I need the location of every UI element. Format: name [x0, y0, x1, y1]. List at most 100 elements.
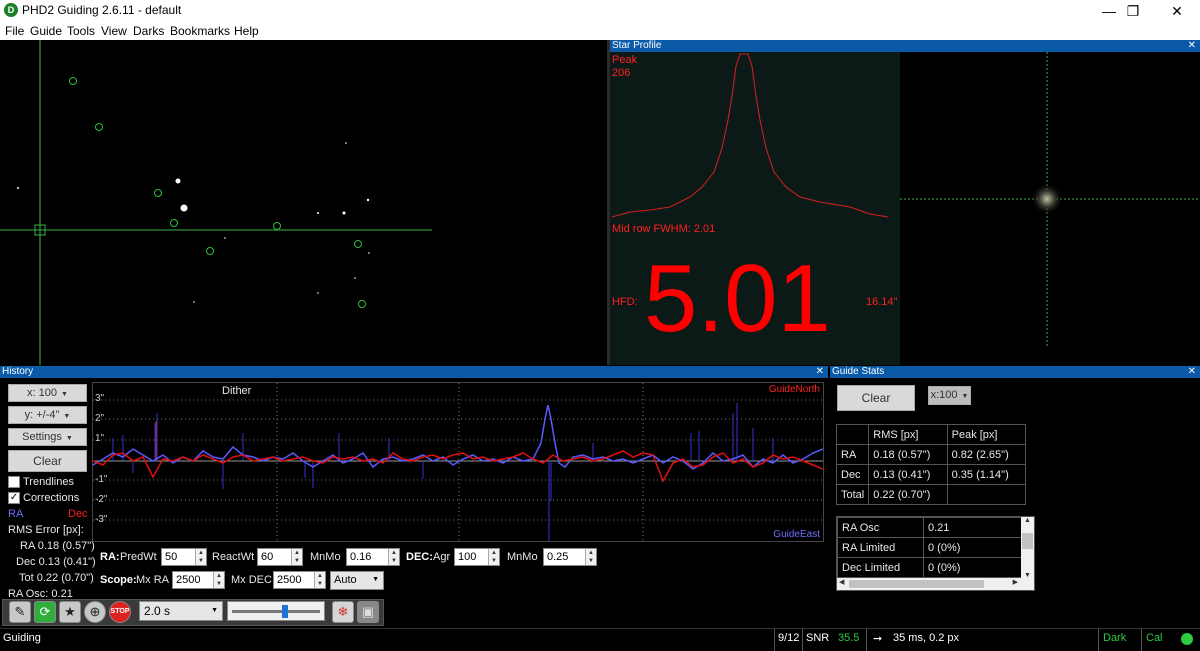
table-row: RA 0.18 (0.57") 0.82 (2.65")	[835, 444, 1027, 465]
table-cell: RA Limited	[837, 537, 924, 558]
star	[345, 142, 347, 144]
menu-help[interactable]: Help	[234, 24, 259, 38]
crosshair-icon[interactable]: ⊕	[84, 601, 106, 623]
stars	[17, 142, 370, 303]
dec-trace	[92, 450, 824, 483]
star	[366, 198, 370, 202]
agr-label: Agr	[433, 551, 451, 563]
settings-dropdown[interactable]: Settings ▼	[8, 428, 87, 446]
camera-view[interactable]	[0, 40, 607, 365]
table-cell	[946, 484, 1027, 505]
stats-x-scale-dropdown[interactable]: x:100 ▼	[928, 386, 971, 405]
toolbar: ✎ ⟳ ★ ⊕ STOP 2.0 s ▼ ❄ ▣	[0, 598, 1200, 628]
predwt-input[interactable]: 50 ▲ ▼	[161, 548, 207, 566]
y-scale-dropdown[interactable]: y: +/-4" ▼	[8, 406, 87, 424]
guide-north-label: GuideNorth	[768, 384, 820, 395]
dec-mode-select[interactable]: Auto ▼	[330, 571, 384, 590]
guide-info: 35 ms, 0.2 px	[893, 632, 960, 644]
trendlines-checkbox[interactable]	[8, 476, 20, 488]
rms-dec: Dec 0.13 (0.41")	[16, 556, 96, 568]
table-row: Dec Limited 0 (0%)	[837, 557, 1023, 578]
star	[368, 252, 370, 254]
menu-file[interactable]: File	[5, 24, 24, 38]
close-icon[interactable]: ✕	[1188, 40, 1196, 52]
table-header: RMS [px]	[868, 424, 948, 445]
ra-trace	[92, 404, 824, 470]
dec-label: DEC:	[406, 551, 433, 563]
y-tick: 3"	[95, 393, 105, 404]
guide-stats-pane: Guide Stats ✕ Clear x:100 ▼ RMS [px] Peak…	[830, 366, 1200, 598]
reactwt-label: ReactWt	[212, 551, 255, 563]
history-header: History	[0, 366, 828, 378]
star-marker	[358, 300, 366, 308]
camera-icon[interactable]: ▣	[357, 601, 379, 623]
peak-value: 206	[612, 67, 631, 79]
history-clear-button[interactable]: Clear	[8, 450, 87, 472]
profile-plot: Peak 206 Mid row FWHM: 2.01 HFD: 5.01 16…	[610, 52, 900, 365]
table-row: RA Limited 0 (0%)	[837, 537, 1023, 558]
table-cell: RA Osc	[837, 517, 924, 538]
pencil-icon[interactable]: ✎	[9, 601, 31, 623]
table-cell: 0.22 (0.70")	[868, 484, 948, 505]
menu-darks[interactable]: Darks	[133, 24, 164, 38]
star-icon[interactable]: ★	[59, 601, 81, 623]
menu-bookmarks[interactable]: Bookmarks	[170, 24, 230, 38]
scope-label: Scope:	[100, 574, 137, 586]
x-scale-dropdown[interactable]: x: 100 ▼	[8, 384, 87, 402]
ra-mnmo-input[interactable]: 0.16 ▲ ▼	[346, 548, 400, 566]
star-marker	[354, 240, 362, 248]
loop-icon[interactable]: ⟳	[34, 601, 56, 623]
star-marker	[273, 222, 281, 230]
table-cell: 0.18 (0.57")	[868, 444, 948, 465]
hfd-value: 5.01	[644, 245, 831, 352]
predwt-label: PredWt	[120, 551, 157, 563]
mxra-label: Mx RA	[136, 574, 169, 586]
osc-list[interactable]: RA Osc 0.21 RA Limited 0 (0%) Dec Limited 0…	[836, 516, 1035, 591]
camera-frame[interactable]	[0, 40, 607, 365]
stop-icon[interactable]: STOP	[109, 601, 131, 623]
brain-icon[interactable]: ❄	[332, 601, 354, 623]
hfd-arcsec: 16.14"	[866, 296, 898, 308]
ra-label: RA:	[100, 551, 120, 563]
ra-mnmo-label: MnMo	[310, 551, 341, 563]
star	[17, 187, 19, 189]
snr-value: 35.5	[838, 632, 860, 644]
star	[180, 204, 188, 212]
hfd-label: HFD:	[612, 296, 638, 308]
table-cell: Total	[835, 484, 870, 505]
history-pane: History ✕ x: 100 ▼ y: +/-4" ▼ Settings ▼ Cl…	[0, 366, 828, 598]
y-tick: 1"	[95, 433, 105, 444]
vertical-scrollbar[interactable]: ▲ ▼	[1021, 517, 1034, 579]
gamma-slider[interactable]	[227, 601, 325, 621]
close-icon[interactable]: ✕	[816, 366, 824, 378]
frame-count: 9/12	[778, 632, 800, 644]
menu-bar: File Guide Tools View Darks Bookmarks He…	[0, 22, 1200, 40]
trendlines-label: Trendlines	[23, 476, 74, 488]
mxdec-input[interactable]: 2500 ▲ ▼	[273, 571, 326, 589]
close-icon[interactable]: ✕	[1188, 366, 1196, 378]
dark-status: Dark	[1103, 632, 1127, 644]
horizontal-scrollbar[interactable]: ◀ ▶	[837, 578, 1034, 590]
table-cell: 0.82 (2.65")	[946, 444, 1027, 465]
mxra-input[interactable]: 2500 ▲ ▼	[172, 571, 225, 589]
table-cell: 0 (0%)	[923, 557, 1023, 578]
corrections-checkbox[interactable]: ✓	[8, 492, 20, 504]
star	[317, 292, 319, 294]
stats-clear-button[interactable]: Clear	[837, 385, 915, 411]
y-tick: -1"	[95, 474, 108, 485]
star	[193, 301, 195, 303]
reactwt-input[interactable]: 60 ▲ ▼	[257, 548, 303, 566]
menu-guide[interactable]: Guide	[30, 24, 62, 38]
close-icon[interactable]: ✕	[1154, 0, 1200, 22]
dec-mnmo-input[interactable]: 0.25 ▲ ▼	[543, 548, 597, 566]
menu-view[interactable]: View	[101, 24, 127, 38]
menu-tools[interactable]: Tools	[67, 24, 95, 38]
agr-input[interactable]: 100 ▲ ▼	[454, 548, 500, 566]
exposure-select[interactable]: 2.0 s ▼	[139, 601, 223, 621]
table-cell: Dec	[835, 464, 870, 485]
peak-label: Peak	[612, 54, 638, 66]
guide-arrow-icon: ➞	[873, 633, 883, 645]
table-cell: RA	[835, 444, 870, 465]
restore-icon[interactable]: ❐	[1110, 0, 1156, 22]
window-title: PHD2 Guiding 2.6.11 - default	[22, 3, 182, 17]
